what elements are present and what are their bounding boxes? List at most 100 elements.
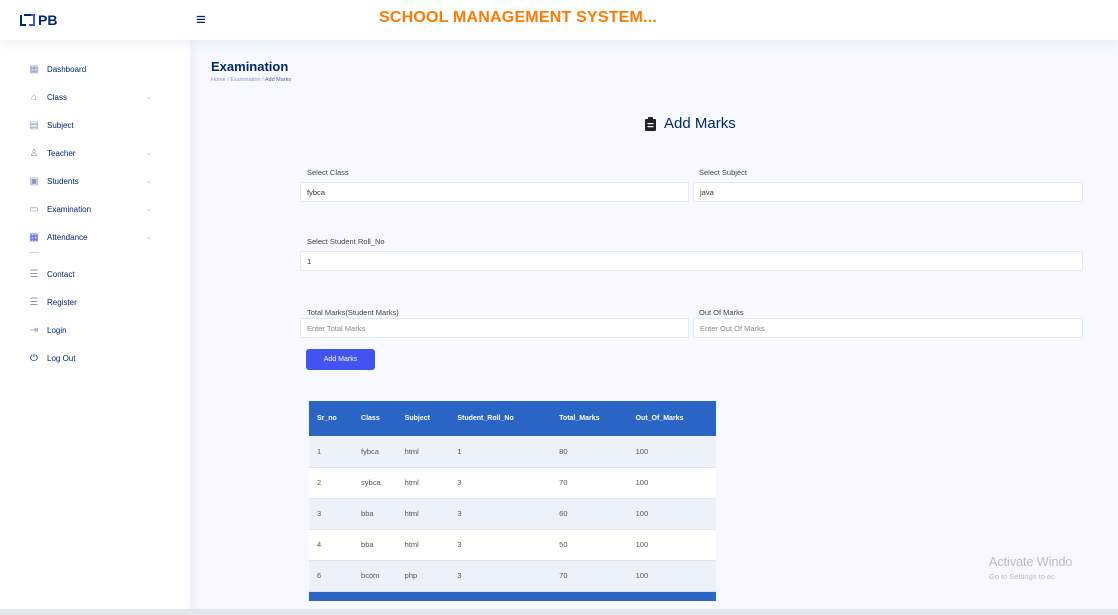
table-cell: 50 (551, 529, 628, 561)
sidebar-item-label: Register (47, 297, 77, 307)
sidebar-item-label: Contact (47, 269, 75, 279)
class-select[interactable]: fybca (300, 182, 689, 202)
table-cell: 100 (627, 498, 716, 530)
table-cell: html (396, 436, 450, 468)
table-cell: php (396, 560, 450, 592)
table-cell: 100 (627, 467, 716, 499)
sidebar-item-logout[interactable]: ⏻ Log Out (0, 345, 190, 371)
table-cell: 3 (309, 498, 354, 530)
sidebar-item-register[interactable]: ☰ Register (0, 289, 190, 315)
sidebar-item-label: Students (47, 176, 79, 186)
table-cell: sybca (353, 467, 397, 499)
table-cell: 100 (627, 529, 716, 561)
column-header-class: Class (353, 401, 397, 436)
breadcrumb-home[interactable]: Home (211, 77, 226, 83)
sidebar-item-students[interactable]: ▣ Students ⌄ (0, 168, 190, 194)
table-cell: 3 (449, 498, 552, 530)
breadcrumb-examination[interactable]: Examination (230, 77, 260, 83)
page-title: Examination (211, 59, 289, 74)
sidebar-item-dashboard[interactable]: ▦ Dashboard (0, 56, 190, 82)
sidebar-item-attendance[interactable]: ▦ Attendance ⌄ (0, 224, 190, 250)
logo[interactable]: PB (20, 12, 57, 28)
sidebar-item-subject[interactable]: ▤ Subject (0, 112, 190, 138)
table-row: 3 bba html 3 60 100 (309, 498, 716, 530)
sidebar-item-label: Class (47, 92, 68, 102)
chevron-down-icon: ⌄ (145, 232, 152, 241)
table-cell: bba (353, 498, 397, 530)
clipboard-icon (645, 116, 656, 131)
roll-select[interactable]: 1 (300, 251, 1083, 271)
table-cell: 100 (627, 436, 716, 468)
sidebar-item-label: Attendance (47, 232, 88, 242)
table-header-row: Sr_no Class Subject Student_Roll_No Tota… (309, 401, 716, 436)
subject-select[interactable]: java (693, 182, 1083, 202)
roll-label: Select Student Roll_No (307, 237, 385, 246)
contact-icon: ☰ (29, 268, 39, 280)
form-heading: Add Marks (645, 115, 736, 132)
column-header-out-of-marks: Out_Of_Marks (627, 401, 716, 436)
table-cell: 60 (551, 498, 628, 530)
sidebar-item-label: Dashboard (47, 64, 87, 74)
register-icon: ☰ (29, 296, 39, 308)
sidebar-item-login[interactable]: ⇥ Login (0, 317, 190, 343)
chevron-down-icon: ⌄ (145, 204, 152, 213)
sidebar: ▦ Dashboard ⌂ Class ⌄ ▤ Subject ♙ Teache… (0, 40, 190, 615)
table-cell: 3 (449, 467, 552, 499)
attendance-icon: ▦ (29, 231, 39, 243)
column-header-sr-no: Sr_no (309, 401, 354, 436)
chevron-down-icon: ⌄ (145, 92, 152, 101)
column-header-total-marks: Total_Marks (551, 401, 628, 436)
total-marks-label: Total Marks(Student Marks) (307, 308, 399, 317)
table-cell: 70 (551, 560, 628, 592)
total-marks-input[interactable]: Enter Total Marks (300, 318, 689, 338)
menu-toggle-icon[interactable]: ≡ (196, 11, 206, 29)
table-row: 4 bba html 3 50 100 (309, 529, 716, 561)
examination-icon: ▭ (29, 203, 39, 215)
subject-label: Select Subject (699, 168, 747, 177)
windows-activation-watermark: Activate Windo Go to Settings to ac (989, 555, 1072, 581)
sidebar-item-label: Examination (47, 204, 92, 214)
column-header-roll-no: Student_Roll_No (449, 401, 552, 436)
table-cell: fybca (353, 436, 397, 468)
watermark-line-1: Activate Windo (989, 555, 1073, 569)
logo-text: PB (38, 12, 58, 28)
class-label: Select Class (307, 168, 349, 177)
add-marks-button[interactable]: Add Marks (306, 349, 375, 370)
table-cell: 1 (449, 436, 552, 468)
top-header: PB ≡ SCHOOL MANAGEMENT SYSTEM... (0, 0, 1118, 40)
sidebar-divider (29, 252, 39, 253)
sidebar-item-label: Subject (47, 120, 74, 130)
table-footer-cell (309, 591, 716, 601)
breadcrumb-current: Add Marks (264, 77, 292, 83)
table-row: 6 bcom php 3 70 100 (309, 560, 716, 592)
table-cell: 6 (309, 560, 354, 592)
table-row: 2 sybca html 3 70 100 (309, 467, 716, 499)
column-header-subject: Subject (396, 401, 450, 436)
table-cell: 70 (551, 467, 628, 499)
out-of-marks-input[interactable]: Enter Out Of Marks (693, 318, 1083, 338)
table-row: 1 fybca html 1 80 100 (309, 436, 716, 468)
sidebar-item-label: Login (47, 325, 67, 335)
table-cell: html (396, 498, 450, 530)
sidebar-item-examination[interactable]: ▭ Examination ⌄ (0, 196, 190, 222)
sidebar-item-class[interactable]: ⌂ Class ⌄ (0, 84, 190, 110)
horizontal-scrollbar[interactable] (0, 609, 1118, 615)
sidebar-item-label: Log Out (47, 353, 76, 363)
table-cell: 80 (551, 436, 628, 468)
table-cell: 4 (309, 529, 354, 561)
sidebar-item-label: Teacher (47, 148, 76, 158)
breadcrumb: Home / Examination / Add Marks (211, 77, 291, 83)
watermark-line-2: Go to Settings to ac (989, 572, 1055, 581)
app-title: SCHOOL MANAGEMENT SYSTEM... (379, 9, 658, 26)
table-cell: html (396, 529, 450, 561)
class-icon: ⌂ (30, 91, 38, 103)
table-cell: 3 (449, 560, 552, 592)
chevron-down-icon: ⌄ (145, 148, 152, 157)
sidebar-item-teacher[interactable]: ♙ Teacher ⌄ (0, 140, 190, 166)
grid-icon: ▦ (29, 63, 39, 75)
chevron-down-icon: ⌄ (145, 176, 152, 185)
sidebar-item-contact[interactable]: ☰ Contact (0, 261, 190, 287)
login-icon: ⇥ (29, 324, 39, 336)
form-heading-text: Add Marks (664, 115, 736, 132)
table-cell: bba (353, 529, 397, 561)
